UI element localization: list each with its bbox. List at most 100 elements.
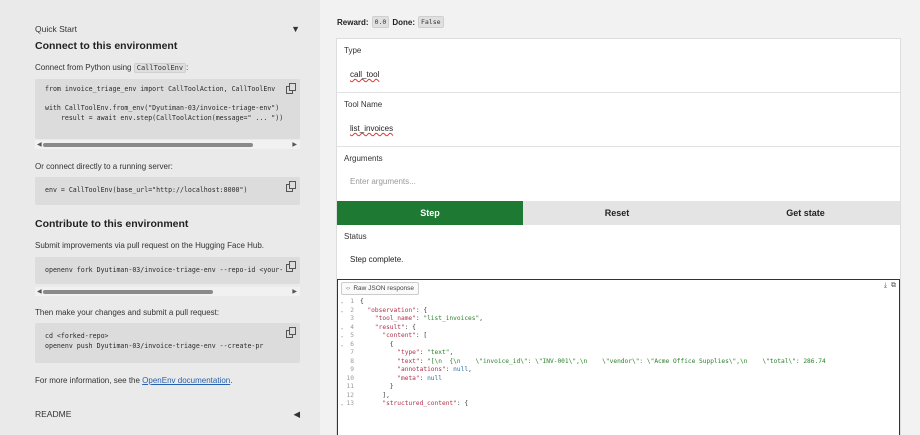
raw-json-tab[interactable]: ‹› Raw JSON response (341, 282, 420, 295)
step-button[interactable]: Step (337, 201, 523, 225)
get-state-button[interactable]: Get state (711, 201, 900, 225)
json-line: 12 ], (338, 392, 899, 401)
reward-status: Reward: 0.0 Done: False (337, 16, 444, 28)
raw-json-label: Raw JSON response (353, 285, 415, 292)
readme-header[interactable]: README ◀ (35, 409, 300, 420)
openenv-docs-link[interactable]: OpenEnv documentation (142, 376, 230, 385)
line-number: 13 (346, 400, 354, 407)
fold-icon[interactable]: ⌄ (338, 341, 346, 350)
contribute-text: Submit improvements via pull request on … (35, 241, 265, 250)
json-code: ⌄ 1{⌄ 2 "observation": {3 "tool_name": "li… (338, 298, 899, 409)
line-number: 11 (346, 383, 354, 390)
line-text: "text": "[\n {\n \"invoice_id\": \"INV-0… (397, 357, 826, 365)
copy-json-icon[interactable]: ⧉ (891, 282, 896, 290)
json-line: 3 "tool_name": "list_invoices", (338, 315, 899, 324)
type-field[interactable]: Type call_tool (337, 39, 900, 93)
line-number: 7 (350, 349, 354, 356)
fold-icon[interactable]: ⌄ (338, 298, 346, 307)
fold-icon (338, 383, 346, 392)
code-line: with CallToolEnv.from_env("Dyutiman-03/i… (45, 104, 280, 113)
copy-icon[interactable] (286, 327, 296, 338)
horizontal-scrollbar[interactable]: ◀ ▶ (35, 140, 300, 149)
pr-text: Then make your changes and submit a pull… (35, 308, 220, 317)
done-value: False (417, 16, 444, 28)
line-text: "result": { (374, 323, 416, 331)
code-line: openenv push Dyutiman-03/invoice-triage-… (45, 341, 264, 350)
fold-icon (338, 315, 346, 324)
type-label: Type (344, 46, 362, 55)
fold-icon[interactable]: ⌄ (338, 400, 346, 409)
json-toolbar: ⤓ ⧉ (884, 282, 896, 290)
fold-icon[interactable]: ⌄ (338, 324, 346, 333)
connect-text: Connect from Python using CallToolEnv: (35, 63, 189, 73)
code-line: env = CallToolEnv(base_url="http://local… (45, 186, 248, 194)
copy-icon[interactable] (286, 83, 296, 94)
fork-code-block: openenv fork Dyutiman-03/invoice-triage-… (35, 257, 300, 284)
line-text: { (360, 298, 364, 305)
line-text: "type": "text", (397, 349, 454, 356)
json-line: ⌄ 1 { (338, 298, 899, 307)
line-number: 4 (350, 323, 354, 331)
json-line: 10 "meta": null (338, 375, 899, 384)
code-line: from invoice_triage_env import CallToolA… (45, 85, 276, 93)
reward-value: 0.0 (371, 16, 390, 28)
json-response-panel[interactable]: ‹› Raw JSON response ⤓ ⧉ ⌄ 1 {⌄ 2 "observat… (337, 279, 900, 435)
scroll-left-icon[interactable]: ◀ (37, 288, 42, 295)
json-line: ⌄ 4 "result": { (338, 323, 899, 333)
more-info-end: . (230, 376, 233, 385)
line-number: 3 (350, 315, 354, 322)
quick-start-label: Quick Start (35, 24, 78, 34)
tool-name-input[interactable]: list_invoices (350, 124, 393, 133)
action-form: Type call_tool Tool Name list_invoices A… (336, 38, 901, 435)
reward-label: Reward: (337, 17, 369, 27)
download-icon[interactable]: ⤓ (884, 282, 887, 290)
fold-icon[interactable]: ⌄ (338, 307, 346, 316)
server-code-block: env = CallToolEnv(base_url="http://local… (35, 177, 300, 205)
horizontal-scrollbar[interactable]: ◀ ▶ (35, 287, 300, 296)
scroll-right-icon[interactable]: ▶ (292, 288, 297, 295)
status-field: Status Step complete. (337, 225, 900, 279)
line-text: "annotations": null, (397, 366, 472, 373)
contribute-title: Contribute to this environment (35, 218, 189, 230)
copy-icon[interactable] (286, 181, 296, 192)
server-text: Or connect directly to a running server: (35, 162, 173, 171)
line-number: 6 (350, 340, 354, 348)
inline-code: CallToolEnv (133, 63, 187, 73)
json-line: ⌄ 5 "content": [ (338, 332, 899, 341)
fold-icon (338, 375, 346, 384)
arguments-input[interactable]: Enter arguments... (350, 177, 416, 186)
copy-icon[interactable] (286, 261, 296, 272)
line-number: 2 (350, 306, 354, 314)
quick-start-header[interactable]: Quick Start ▼ (35, 22, 300, 36)
more-info-text: For more information, see the OpenEnv do… (35, 376, 232, 385)
code-line: cd <forked-repo> (45, 332, 109, 340)
json-line: 8 "text": "[\n {\n \"invoice_id\": \"INV… (338, 357, 899, 367)
json-line: ⌄ 2 "observation": { (338, 306, 899, 316)
scrollbar-thumb[interactable] (43, 143, 253, 147)
json-line: ⌄ 6 { (338, 340, 899, 350)
readme-label: README (35, 409, 72, 419)
connect-text-label: Connect from Python using (35, 63, 132, 72)
line-text: } (360, 383, 394, 390)
scroll-right-icon[interactable]: ▶ (292, 141, 297, 148)
reset-button[interactable]: Reset (523, 201, 711, 225)
tool-name-field[interactable]: Tool Name list_invoices (337, 93, 900, 147)
left-panel: Quick Start ▼ Connect to this environmen… (0, 0, 320, 435)
json-line: 9 "annotations": null, (338, 366, 899, 375)
pr-code-block: cd <forked-repo> openenv push Dyutiman-0… (35, 323, 300, 363)
connect-title: Connect to this environment (35, 40, 178, 52)
json-line: ⌄ 13 "structured_content": { (338, 400, 899, 409)
line-number: 8 (350, 357, 354, 365)
expand-caret-icon[interactable]: ◀ (293, 409, 300, 420)
line-text: "structured_content": { (382, 400, 469, 407)
type-input[interactable]: call_tool (350, 70, 379, 79)
line-number: 5 (350, 332, 354, 339)
arguments-field[interactable]: Arguments Enter arguments... (337, 147, 900, 201)
fold-icon[interactable]: ⌄ (338, 332, 346, 341)
collapse-caret-icon[interactable]: ▼ (291, 24, 300, 34)
scroll-left-icon[interactable]: ◀ (37, 141, 42, 148)
scrollbar-thumb[interactable] (43, 290, 213, 294)
right-panel: Reward: 0.0 Done: False Type call_tool T… (320, 0, 920, 435)
json-line: 11 } (338, 383, 899, 392)
fold-icon (338, 349, 346, 358)
